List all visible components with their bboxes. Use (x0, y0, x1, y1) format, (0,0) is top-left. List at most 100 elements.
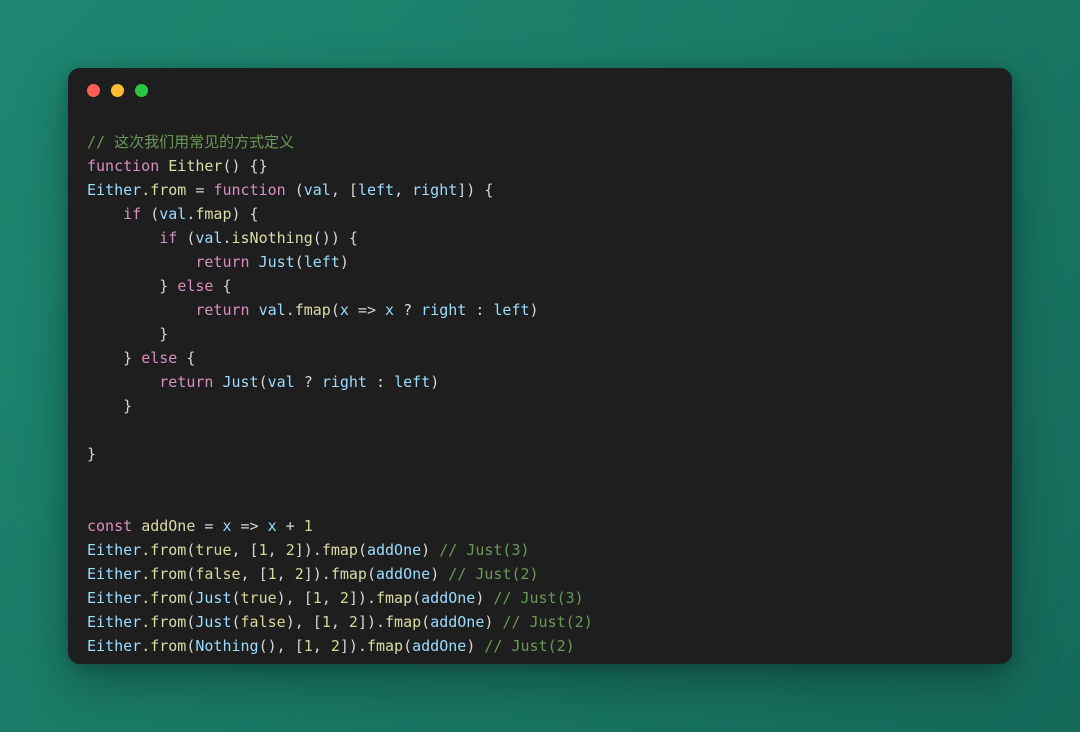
code-token-func: addOne (141, 517, 196, 535)
code-token-plain: ( (141, 205, 160, 223)
code-token-ident: Nothing (195, 637, 259, 655)
code-token-plain: + (276, 517, 304, 535)
code-token-ident: addOne (430, 613, 485, 631)
code-token-func: from (150, 637, 187, 655)
code-token-plain: ]). (357, 613, 386, 631)
code-token-plain: , (267, 541, 286, 559)
code-token-keyword: else (177, 277, 214, 295)
code-line: } else { (87, 274, 1012, 298)
code-token-ident: val (267, 373, 295, 391)
code-token-comment: // Just(2) (502, 613, 593, 631)
code-token-plain: ) (466, 637, 485, 655)
code-token-comment: // Just(2) (484, 637, 575, 655)
code-block[interactable]: // 这次我们用常见的方式定义 function Either() {} Eithe… (68, 112, 1012, 658)
code-token-func: Either (168, 157, 223, 175)
code-token-comment: // Just(2) (448, 565, 539, 583)
code-token-num: 1 (303, 637, 313, 655)
code-token-plain: ( (294, 253, 304, 271)
code-token-func: from (150, 541, 187, 559)
code-token-comment: // 这次我们用常见的方式定义 (87, 133, 295, 151)
code-line: Either.from(Nothing(), [1, 2]).fmap(addO… (87, 634, 1012, 658)
code-token-plain: } (87, 397, 133, 415)
code-token-plain: ( (403, 637, 413, 655)
code-token-plain: , [ (231, 541, 259, 559)
code-token-num: 2 (339, 589, 349, 607)
code-token-keyword: else (141, 349, 178, 367)
code-token-ident: Just (195, 613, 232, 631)
code-token-plain: ( (357, 541, 367, 559)
code-line: return val.fmap(x => x ? right : left) (87, 298, 1012, 322)
code-token-func: from (150, 613, 187, 631)
code-token-ident: val (195, 229, 223, 247)
code-token-ident: Just (195, 589, 232, 607)
close-button[interactable] (87, 83, 100, 97)
code-token-ident: Either (87, 613, 142, 631)
code-token-plain: : (466, 301, 494, 319)
code-token-num: 2 (348, 613, 358, 631)
code-line: function Either() {} (87, 154, 1012, 178)
code-token-plain: ) (421, 541, 440, 559)
code-token-ident: Either (87, 565, 142, 583)
code-token-func: fmap (376, 589, 413, 607)
code-token-plain: , [ (330, 181, 358, 199)
code-token-plain: ( (366, 565, 376, 583)
code-token-plain: } (87, 349, 142, 367)
code-token-ident: Either (87, 541, 142, 559)
code-token-plain: ( (412, 589, 422, 607)
code-token-plain: ]). (294, 541, 322, 559)
code-line: Either.from(Just(false), [1, 2]).fmap(ad… (87, 610, 1012, 634)
code-token-plain: ) (484, 613, 503, 631)
code-token-func: fmap (366, 637, 404, 655)
code-token-num: 1 (267, 565, 277, 583)
code-token-plain: , (330, 613, 349, 631)
code-token-plain: => (231, 517, 268, 535)
code-token-ident: Just (222, 373, 259, 391)
code-token-keyword: const (87, 517, 133, 535)
code-token-ident: Either (87, 637, 142, 655)
code-token-func: fmap (330, 565, 367, 583)
code-token-plain: ( (421, 613, 431, 631)
code-token-plain: ) (430, 565, 449, 583)
code-token-comment: // Just(3) (493, 589, 584, 607)
code-line: if (val.isNothing()) { (87, 226, 1012, 250)
code-token-keyword: return (195, 301, 250, 319)
code-token-plain: => (348, 301, 386, 319)
code-token-num: 1 (258, 541, 268, 559)
code-token-ident: addOne (366, 541, 422, 559)
code-token-keyword: if (123, 205, 142, 223)
code-token-num: false (195, 565, 241, 583)
code-token-ident: x (385, 301, 395, 319)
code-line: // 这次我们用常见的方式定义 (87, 130, 1012, 154)
code-token-num: false (240, 613, 286, 631)
code-token-ident: addOne (376, 565, 431, 583)
code-token-func: from (150, 181, 187, 199)
maximize-button[interactable] (135, 83, 148, 97)
code-token-plain: ( (258, 373, 268, 391)
code-token-plain: ), [ (285, 613, 322, 631)
code-token-func: from (150, 589, 187, 607)
code-token-func: fmap (294, 301, 331, 319)
minimize-button[interactable] (111, 83, 124, 97)
code-token-keyword: return (195, 253, 250, 271)
code-token-plain: } (87, 325, 169, 343)
code-token-ident: Either (87, 589, 142, 607)
code-window: // 这次我们用常见的方式定义 function Either() {} Eithe… (68, 68, 1012, 664)
code-token-ident: Either (87, 181, 142, 199)
code-line: Either.from(Just(true), [1, 2]).fmap(add… (87, 586, 1012, 610)
code-token-plain: ]). (348, 589, 376, 607)
code-token-plain: . (141, 589, 151, 607)
code-token-plain: ( (294, 181, 304, 199)
code-token-func: fmap (195, 205, 232, 223)
code-token-plain: : (366, 373, 395, 391)
code-token-plain: ) (475, 589, 494, 607)
code-token-plain: } (87, 277, 178, 295)
code-token-num: 2 (294, 565, 304, 583)
code-token-ident: left (394, 373, 431, 391)
code-token-plain: . (222, 229, 232, 247)
code-token-plain: ]) { (457, 181, 494, 199)
